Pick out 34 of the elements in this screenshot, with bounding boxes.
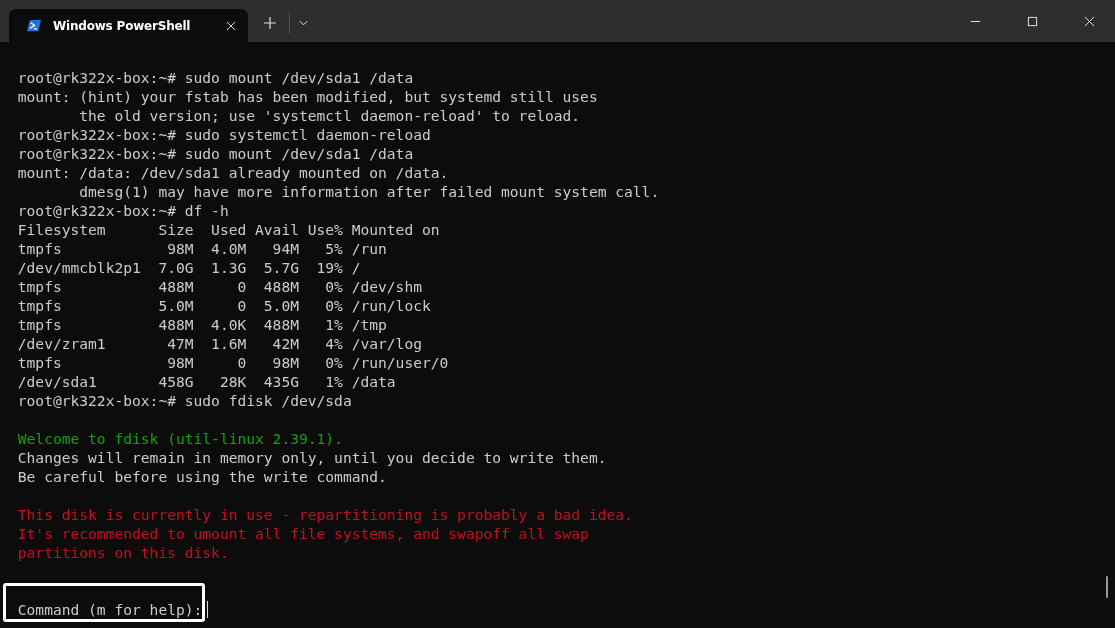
terminal-line: tmpfs 488M 0 488M 0% /dev/shm	[17, 278, 422, 295]
terminal-line: tmpfs 488M 4.0K 488M 1% /tmp	[17, 316, 387, 333]
terminal-line: tmpfs 98M 4.0M 94M 5% /run	[17, 240, 387, 257]
terminal-line: Be careful before using the write command.	[17, 468, 387, 485]
terminal-line: Filesystem Size Used Avail Use% Mounted on	[17, 221, 440, 238]
terminal-line: dmesg(1) may have more information after failed mount system call.	[78, 183, 660, 200]
new-tab-icon[interactable]	[264, 17, 276, 29]
command-prompt: Command (m for help):	[17, 601, 203, 618]
terminal-line: tmpfs 98M 0 98M 0% /run/user/0	[17, 354, 449, 371]
terminal-line: root@rk322x-box:~# sudo systemctl daemon-reload	[17, 126, 431, 143]
tab[interactable]: Windows PowerShell	[9, 9, 248, 42]
terminal-line: It's recommended to umount all file systems, and swapoff all swap	[17, 525, 589, 542]
terminal-line: This disk is currently in use - repartitioning is probably a bad idea.	[17, 506, 633, 523]
terminal-line: root@rk322x-box:~# sudo mount /dev/sda1 /data	[17, 69, 414, 86]
scrollbar-thumb[interactable]	[1106, 576, 1108, 598]
terminal-line: Welcome to fdisk (util-linux 2.39.1).	[17, 430, 343, 447]
terminal-line: root@rk322x-box:~# sudo mount /dev/sda1 /data	[17, 145, 414, 162]
terminal-line: /dev/sda1 458G 28K 435G 1% /data	[17, 373, 396, 390]
dropdown-icon[interactable]	[299, 20, 308, 26]
terminal-line: mount: (hint) your fstab has been modified, but systemd still uses	[17, 88, 598, 105]
terminal-line: tmpfs 5.0M 0 5.0M 0% /run/lock	[17, 297, 431, 314]
terminal-line: root@rk322x-box:~# sudo fdisk /dev/sda	[17, 392, 352, 409]
close-icon[interactable]	[1084, 16, 1095, 27]
terminal-line: the old version; use 'systemctl daemon-reload' to reload.	[78, 107, 581, 124]
powershell-icon	[27, 18, 42, 33]
text-cursor	[207, 601, 209, 618]
terminal-line: root@rk322x-box:~# df -h	[17, 202, 229, 219]
terminal-line: /dev/zram1 47M 1.6M 42M 4% /var/log	[17, 335, 422, 352]
terminal-line: Changes will remain in memory only, until you decide to write them.	[17, 449, 607, 466]
close-tab-icon[interactable]	[226, 20, 236, 31]
terminal-line: mount: /data: /dev/sda1 already mounted on /data.	[17, 164, 449, 181]
maximize-icon[interactable]	[1027, 16, 1038, 27]
terminal-line: partitions on this disk.	[17, 544, 229, 561]
terminal-line: /dev/mmcblk2p1 7.0G 1.3G 5.7G 19% /	[17, 259, 361, 276]
